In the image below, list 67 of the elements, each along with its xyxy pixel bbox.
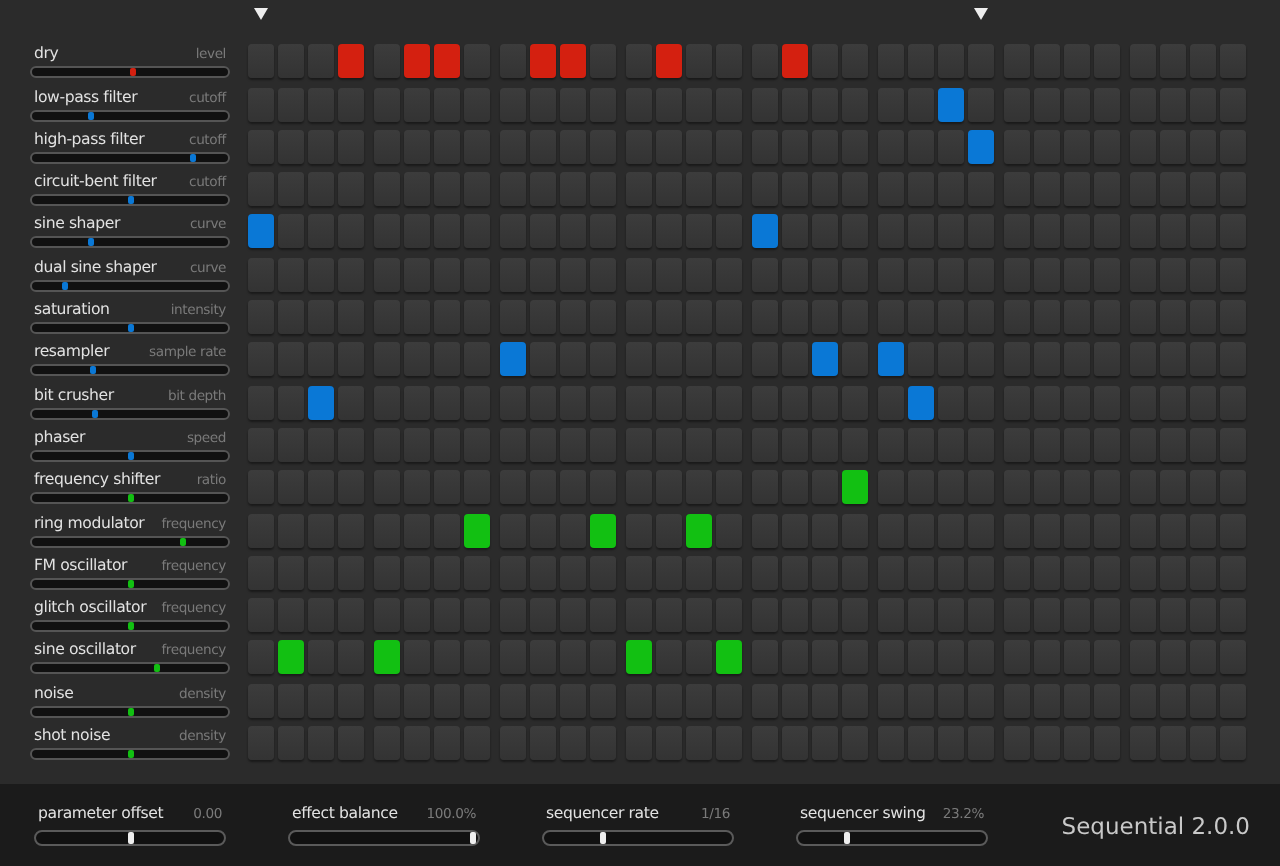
slider-thumb[interactable] bbox=[127, 196, 133, 205]
slider-thumb[interactable] bbox=[189, 153, 196, 162]
slider-thumb[interactable] bbox=[92, 409, 99, 418]
parameter-slider[interactable] bbox=[30, 577, 230, 590]
active-step[interactable] bbox=[782, 44, 808, 79]
active-step[interactable] bbox=[656, 44, 682, 79]
active-step[interactable] bbox=[248, 214, 274, 249]
parameter-slider[interactable] bbox=[30, 364, 230, 377]
control-slider[interactable] bbox=[288, 830, 480, 846]
parameter-slider[interactable] bbox=[30, 748, 230, 761]
active-step[interactable] bbox=[716, 640, 742, 675]
parameter-slider[interactable] bbox=[30, 535, 230, 548]
parameter-slider[interactable] bbox=[30, 322, 230, 335]
active-step[interactable] bbox=[560, 44, 586, 79]
parameter-slider[interactable] bbox=[30, 662, 230, 675]
parameter-slider[interactable] bbox=[30, 236, 230, 249]
active-step[interactable] bbox=[530, 44, 556, 79]
active-step[interactable] bbox=[500, 342, 526, 377]
parameter-slider[interactable] bbox=[30, 109, 230, 122]
active-step[interactable] bbox=[878, 342, 904, 377]
slider-thumb[interactable] bbox=[127, 832, 133, 844]
active-step[interactable] bbox=[374, 640, 400, 675]
slider-thumb[interactable] bbox=[127, 707, 133, 716]
parameter-slider[interactable] bbox=[30, 279, 230, 292]
active-step[interactable] bbox=[590, 513, 616, 548]
parameter-slider[interactable] bbox=[30, 705, 230, 718]
active-step[interactable] bbox=[434, 44, 460, 79]
slider-thumb[interactable] bbox=[127, 324, 133, 333]
slider-thumb[interactable] bbox=[127, 622, 133, 631]
active-step[interactable] bbox=[464, 513, 490, 548]
parameter-slider[interactable] bbox=[30, 492, 230, 505]
active-step[interactable] bbox=[968, 129, 994, 164]
active-step[interactable] bbox=[938, 87, 964, 122]
slider-thumb[interactable] bbox=[127, 451, 133, 460]
slider-thumb[interactable] bbox=[90, 366, 97, 375]
slider-thumb[interactable] bbox=[62, 281, 69, 290]
slider-thumb[interactable] bbox=[87, 111, 94, 120]
active-step[interactable] bbox=[338, 44, 364, 79]
slider-thumb[interactable] bbox=[153, 664, 160, 673]
parameter-slider[interactable] bbox=[30, 620, 230, 633]
active-step[interactable] bbox=[404, 44, 430, 79]
control-slider[interactable] bbox=[796, 830, 988, 846]
slider-thumb[interactable] bbox=[130, 68, 137, 77]
parameter-slider[interactable] bbox=[30, 66, 230, 79]
active-step[interactable] bbox=[842, 470, 868, 505]
parameter-slider[interactable] bbox=[30, 194, 230, 207]
slider-thumb[interactable] bbox=[87, 238, 94, 247]
slider-thumb[interactable] bbox=[180, 537, 187, 546]
active-step[interactable] bbox=[752, 214, 778, 249]
active-step[interactable] bbox=[812, 342, 838, 377]
active-step[interactable] bbox=[908, 385, 934, 420]
slider-thumb[interactable] bbox=[844, 832, 851, 844]
parameter-slider[interactable] bbox=[30, 151, 230, 164]
parameter-slider[interactable] bbox=[30, 449, 230, 462]
slider-thumb[interactable] bbox=[127, 494, 133, 503]
version-label: Sequential 2.0.0 bbox=[1061, 811, 1250, 839]
active-step[interactable] bbox=[278, 640, 304, 675]
active-step[interactable] bbox=[308, 385, 334, 420]
slider-thumb[interactable] bbox=[599, 832, 606, 844]
active-step[interactable] bbox=[626, 640, 652, 675]
control-slider[interactable] bbox=[542, 830, 734, 846]
slider-thumb[interactable] bbox=[127, 750, 133, 759]
control-slider[interactable] bbox=[34, 830, 226, 846]
slider-thumb[interactable] bbox=[470, 832, 476, 844]
active-step[interactable] bbox=[686, 513, 712, 548]
slider-thumb[interactable] bbox=[127, 579, 133, 588]
parameter-slider[interactable] bbox=[30, 407, 230, 420]
